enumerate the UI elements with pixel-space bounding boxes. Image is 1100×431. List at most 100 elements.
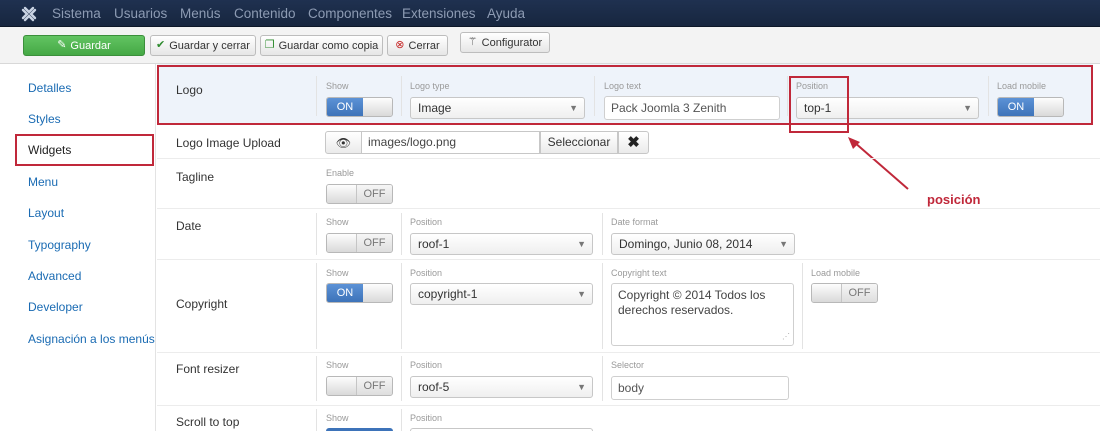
menu-extensiones[interactable]: Extensiones	[402, 6, 476, 21]
check-icon: ✔	[156, 39, 166, 51]
caret-down-icon: ▼	[577, 289, 586, 299]
tagline-enable-label: Enable	[326, 168, 355, 178]
logo-path-input[interactable]: images/logo.png	[362, 131, 540, 154]
caret-down-icon: ▼	[963, 103, 972, 113]
copyright-show-label: Show	[326, 268, 349, 278]
date-position-value: roof-1	[418, 237, 450, 251]
save-copy-label: Guardar como copia	[278, 39, 379, 52]
copyright-position-value: copyright-1	[418, 287, 478, 301]
logo-mobile-toggle[interactable]: ON	[997, 97, 1064, 117]
sidebar-item-asignacion[interactable]: Asignación a los menús	[28, 332, 155, 346]
select-image-button[interactable]: Seleccionar	[540, 131, 618, 154]
scroll-top-position-label: Position	[410, 413, 443, 423]
clear-x-icon[interactable]: ✖	[618, 131, 649, 154]
save-label: Guardar	[70, 39, 111, 52]
logo-show-label: Show	[326, 81, 349, 91]
caret-down-icon: ▼	[779, 239, 788, 249]
date-format-value: Domingo, Junio 08, 2014	[619, 237, 753, 251]
font-resizer-label: Font resizer	[176, 362, 240, 376]
copy-icon: ❐	[264, 39, 275, 51]
logo-text-label: Logo text	[604, 81, 642, 91]
toggle-on-text: ON	[998, 98, 1034, 116]
copyright-show-toggle[interactable]: ON	[326, 283, 393, 303]
position-highlight	[789, 76, 849, 133]
preview-eye-button[interactable]: 👁	[325, 131, 362, 154]
copyright-text-value: Copyright © 2014 Todos los derechos rese…	[618, 288, 766, 317]
menu-sistema[interactable]: Sistema	[52, 6, 101, 21]
copyright-position-select[interactable]: copyright-1 ▼	[410, 283, 593, 305]
date-position-select[interactable]: roof-1 ▼	[410, 233, 593, 255]
logo-show-toggle[interactable]: ON	[326, 97, 393, 117]
sidebar-item-typography[interactable]: Typography	[28, 238, 91, 252]
scroll-top-show-label: Show	[326, 413, 349, 423]
sidebar-item-detalles[interactable]: Detalles	[28, 81, 71, 95]
copyright-text-label: Copyright text	[611, 268, 667, 278]
annotation-text: posición	[927, 192, 981, 207]
date-format-label: Date format	[611, 217, 659, 227]
scroll-top-label: Scroll to top	[176, 415, 240, 429]
date-show-label: Show	[326, 217, 349, 227]
toggle-off-text: OFF	[841, 284, 877, 302]
tagline-enable-toggle[interactable]: OFF	[326, 184, 393, 204]
date-label: Date	[176, 219, 202, 233]
toggle-on-text: ON	[327, 98, 363, 116]
caret-down-icon: ▼	[577, 239, 586, 249]
copyright-textarea[interactable]: Copyright © 2014 Todos los derechos rese…	[611, 283, 794, 346]
configurator-button[interactable]: ⚚ Configurator	[460, 32, 550, 53]
toolbar: ✎ Guardar ✔ Guardar y cerrar ❐ Guardar c…	[0, 27, 1100, 64]
logo-row-label: Logo	[176, 83, 203, 97]
resize-handle-icon[interactable]: ⋰	[782, 329, 790, 344]
logo-upload-label: Logo Image Upload	[176, 136, 281, 150]
menu-menus[interactable]: Menús	[180, 6, 221, 21]
save-close-label: Guardar y cerrar	[169, 39, 250, 52]
wand-icon: ⚚	[467, 36, 478, 48]
close-button[interactable]: ⊗ Cerrar	[387, 35, 448, 56]
sidebar-item-styles[interactable]: Styles	[28, 112, 61, 126]
copyright-mobile-label: Load mobile	[811, 268, 861, 278]
toggle-off-text: OFF	[356, 234, 392, 252]
tagline-label: Tagline	[176, 170, 215, 184]
toggle-on-text: ON	[327, 284, 363, 302]
menu-ayuda[interactable]: Ayuda	[487, 6, 525, 21]
font-resizer-show-toggle[interactable]: OFF	[326, 376, 393, 396]
eye-icon: 👁	[335, 135, 352, 150]
save-copy-button[interactable]: ❐ Guardar como copia	[260, 35, 383, 56]
font-resizer-selector-input[interactable]: body	[611, 376, 789, 400]
logo-type-value: Image	[418, 101, 452, 115]
font-resizer-position-value: roof-5	[418, 380, 450, 394]
logo-text-input[interactable]: Pack Joomla 3 Zenith	[604, 96, 780, 120]
copyright-label: Copyright	[176, 297, 228, 311]
logo-type-select[interactable]: Image ▼	[410, 97, 585, 119]
font-resizer-show-label: Show	[326, 360, 349, 370]
caret-down-icon: ▼	[577, 382, 586, 392]
copyright-mobile-toggle[interactable]: OFF	[811, 283, 878, 303]
sidebar-item-layout[interactable]: Layout	[28, 206, 64, 220]
edit-icon: ✎	[57, 39, 67, 51]
sidebar-item-widgets[interactable]: Widgets	[28, 143, 71, 157]
sidebar-item-menu[interactable]: Menu	[28, 175, 58, 189]
menu-componentes[interactable]: Componentes	[308, 6, 392, 21]
joomla-logo-icon[interactable]	[20, 5, 38, 23]
date-position-label: Position	[410, 217, 443, 227]
close-label: Cerrar	[408, 39, 440, 52]
menu-contenido[interactable]: Contenido	[234, 6, 296, 21]
sidebar: Detalles Styles Widgets Menu Layout Typo…	[0, 64, 156, 431]
menu-usuarios[interactable]: Usuarios	[114, 6, 167, 21]
save-close-button[interactable]: ✔ Guardar y cerrar	[150, 35, 256, 56]
date-format-select[interactable]: Domingo, Junio 08, 2014 ▼	[611, 233, 795, 255]
font-resizer-selector-label: Selector	[611, 360, 645, 370]
annotation-arrow-icon	[848, 137, 909, 190]
date-show-toggle[interactable]: OFF	[326, 233, 393, 253]
save-button[interactable]: ✎ Guardar	[23, 35, 145, 56]
cancel-circle-icon: ⊗	[395, 39, 405, 51]
toggle-off-text: OFF	[356, 377, 392, 395]
sidebar-item-advanced[interactable]: Advanced	[28, 269, 81, 283]
font-resizer-position-select[interactable]: roof-5 ▼	[410, 376, 593, 398]
sidebar-item-developer[interactable]: Developer	[28, 300, 83, 314]
configurator-label: Configurator	[481, 36, 543, 49]
logo-mobile-label: Load mobile	[997, 81, 1047, 91]
copyright-position-label: Position	[410, 268, 443, 278]
toggle-off-text: OFF	[356, 185, 392, 203]
caret-down-icon: ▼	[569, 103, 578, 113]
font-resizer-position-label: Position	[410, 360, 443, 370]
